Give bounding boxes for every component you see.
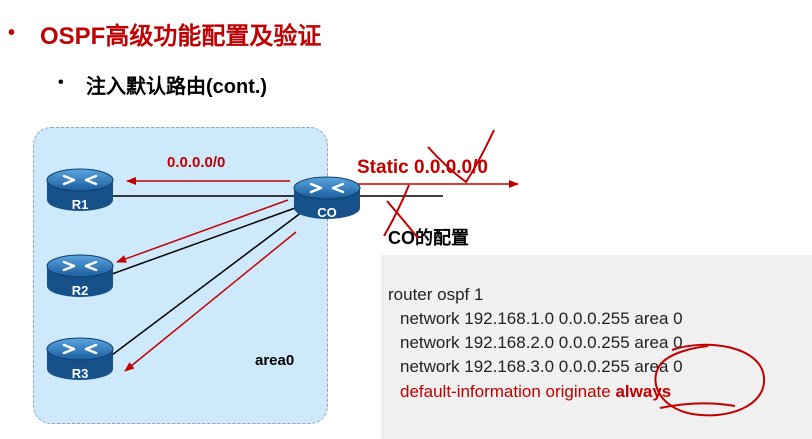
link-co-r3 [111, 211, 303, 356]
default-info-prefix: default-information originate [400, 382, 616, 401]
config-line-network-3: network 192.168.3.0 0.0.0.255 area 0 [400, 357, 683, 376]
static-route-label: Static 0.0.0.0/0 [357, 157, 488, 178]
link-co-r2 [111, 206, 299, 275]
config-line-default-info: default-information originate always [400, 382, 671, 402]
config-line-network-2: network 192.168.2.0 0.0.0.255 area 0 [400, 333, 683, 352]
arrow-route-r3 [124, 231, 297, 372]
arrow-route-r2 [116, 199, 289, 263]
router-r1-label: R1 [72, 197, 89, 212]
router-r2-icon[interactable]: R2 [46, 254, 114, 298]
config-line-router: router ospf 1 [388, 285, 484, 304]
router-co-icon[interactable]: CO [293, 176, 361, 220]
router-r2-label: R2 [72, 283, 89, 298]
always-keyword: always [615, 382, 672, 401]
config-line-network-1: network 192.168.1.0 0.0.0.255 area 0 [400, 309, 683, 328]
router-r3-label: R3 [72, 366, 89, 381]
router-co-label: CO [317, 205, 337, 220]
default-route-label: 0.0.0.0/0 [167, 154, 226, 171]
router-r1-icon[interactable]: R1 [46, 168, 114, 212]
area-label: area0 [255, 352, 295, 369]
config-title: CO的配置 [388, 228, 469, 248]
router-r3-icon[interactable]: R3 [46, 337, 114, 381]
